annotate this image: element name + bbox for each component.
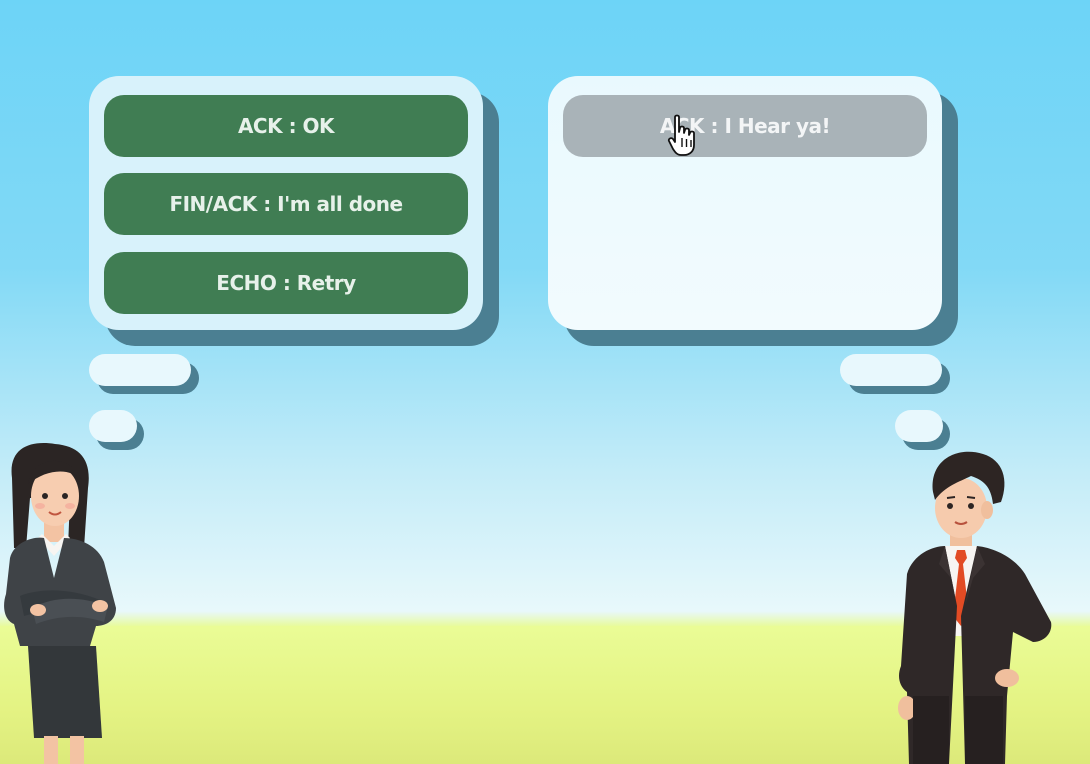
right-puff-small (895, 410, 943, 442)
option-fin-ack-button[interactable]: FIN/ACK : I'm all done (104, 173, 468, 235)
hand-pointer-cursor-icon (667, 114, 695, 156)
option-ack-hear-button[interactable]: ACK : I Hear ya! (563, 95, 927, 157)
game-scene: ACK : OK FIN/ACK : I'm all done ECHO : R… (0, 0, 1090, 764)
right-puff-large (840, 354, 942, 386)
left-puff-large (89, 354, 191, 386)
option-echo-retry-button[interactable]: ECHO : Retry (104, 252, 468, 314)
woman-character (4, 443, 116, 764)
man-character (898, 451, 1052, 764)
option-ack-ok-button[interactable]: ACK : OK (104, 95, 468, 157)
